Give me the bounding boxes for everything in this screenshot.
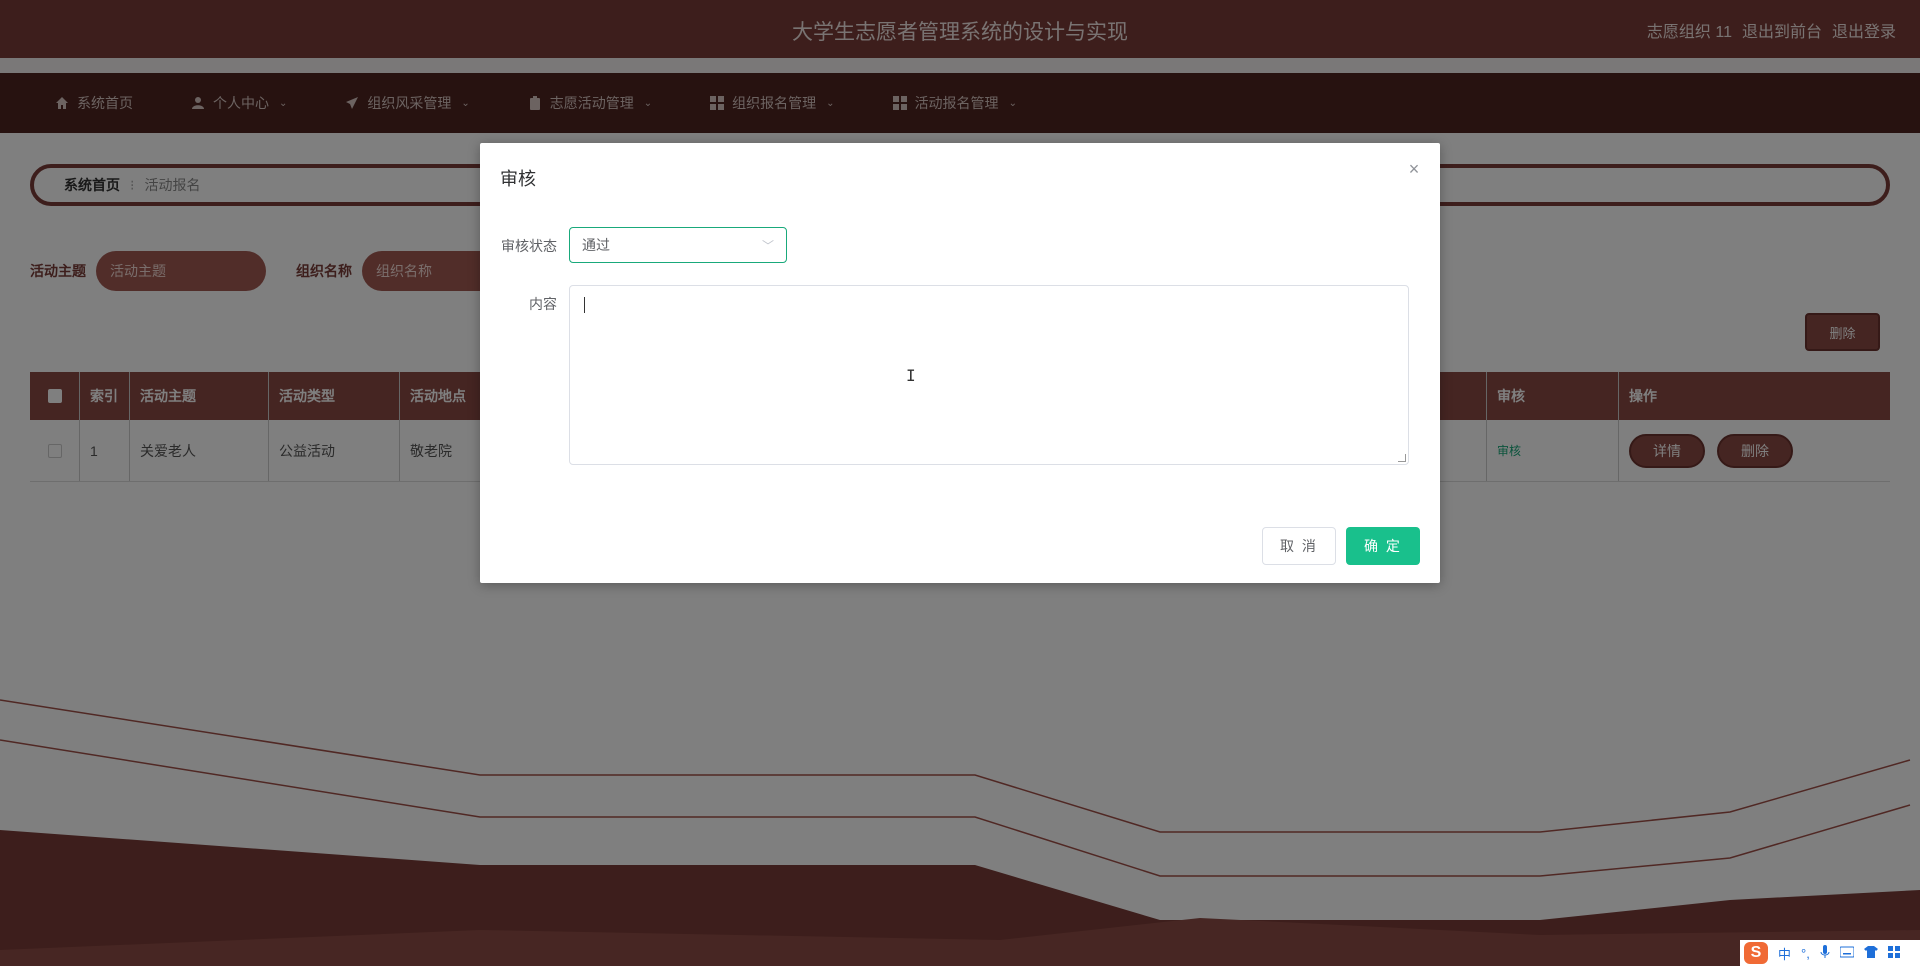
keyboard-icon[interactable] (1839, 946, 1855, 961)
skin-shirt-icon[interactable] (1863, 945, 1878, 961)
close-icon[interactable]: × (1406, 160, 1422, 178)
ime-mode-toggle[interactable]: 中 (1778, 944, 1791, 963)
audit-dialog: 审核 × 审核状态 通过 ﹀ 内容 I 取 消 确 定 (480, 143, 1440, 583)
content-label: 内容 (529, 296, 557, 312)
ime-toolbar: S 中 °, (1740, 940, 1920, 966)
content-textarea[interactable]: I (569, 285, 1409, 465)
toolbox-grid-icon[interactable] (1887, 945, 1900, 961)
microphone-icon[interactable] (1820, 944, 1830, 962)
text-cursor-icon: I (906, 366, 916, 385)
confirm-button[interactable]: 确 定 (1346, 527, 1420, 565)
status-form-row: 审核状态 通过 ﹀ (480, 227, 787, 263)
cancel-button[interactable]: 取 消 (1262, 527, 1336, 565)
chevron-down-icon: ﹀ (761, 238, 774, 253)
sogou-logo-icon[interactable]: S (1744, 942, 1768, 964)
resize-handle[interactable] (1398, 454, 1406, 462)
dialog-title: 审核 (500, 169, 536, 189)
text-caret (584, 297, 585, 313)
content-form-row: 内容 I (480, 285, 1409, 465)
punctuation-toggle[interactable]: °, (1801, 946, 1810, 961)
audit-status-select[interactable]: 通过 ﹀ (569, 227, 787, 263)
status-label: 审核状态 (501, 238, 557, 254)
status-selected-value: 通过 (582, 237, 610, 253)
